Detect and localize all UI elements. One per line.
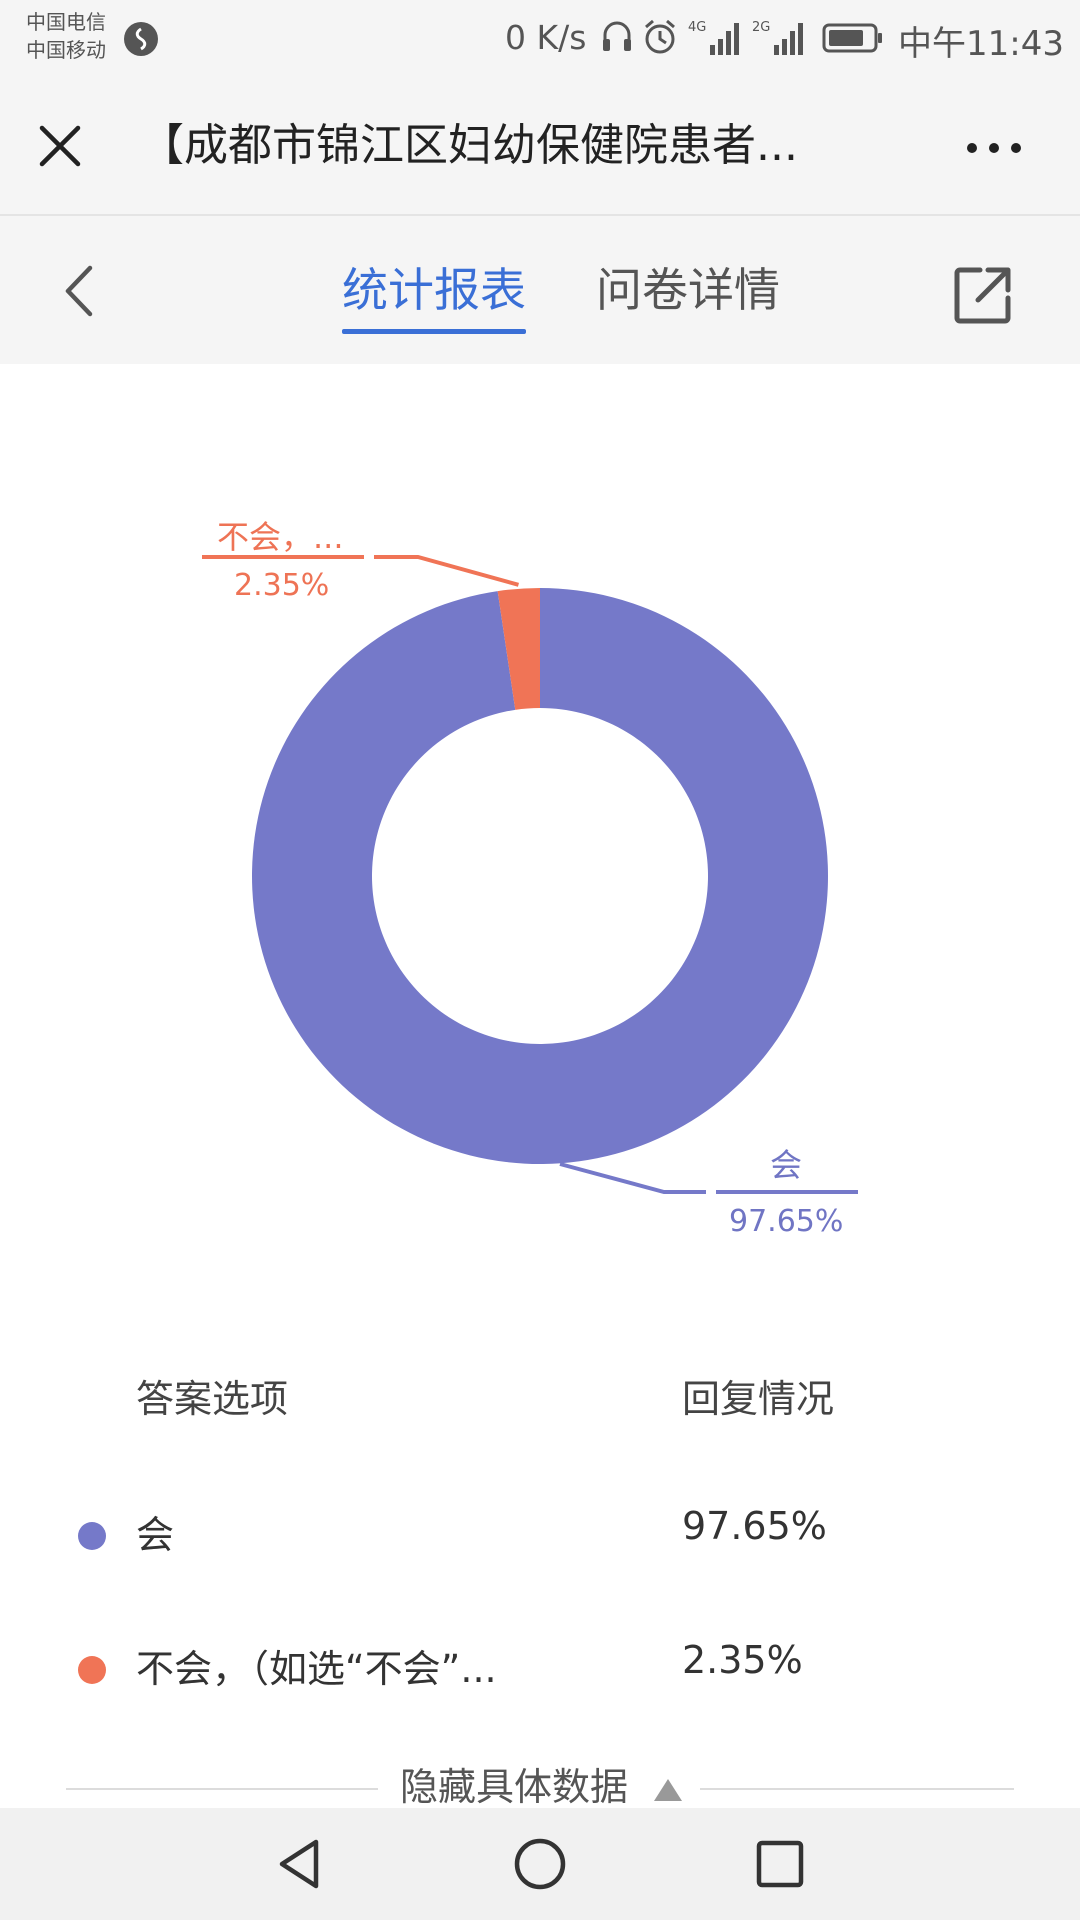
label-no-name: 不会，... (217, 518, 344, 556)
close-icon (39, 125, 81, 167)
chevron-left-icon (65, 265, 93, 317)
nav-recent-button[interactable] (748, 1832, 812, 1896)
headset-icon (603, 21, 631, 51)
carrier-info: 中国电信 中国移动 (26, 8, 136, 64)
hd-voice-icon (124, 22, 158, 56)
header-reply-status: 回复情况 (682, 1377, 835, 1421)
leader-line-no (374, 555, 519, 587)
header-answer-option: 答案选项 (136, 1377, 289, 1421)
signal-4g-icon: 4G (688, 20, 739, 55)
label-no-percent: 2.35% (234, 568, 330, 603)
divider (700, 1788, 1014, 1790)
legend-dot (78, 1656, 106, 1684)
carrier-2: 中国移动 (26, 38, 106, 62)
open-external-button[interactable] (952, 264, 1014, 326)
legend-dot (78, 1522, 106, 1550)
carrier-1: 中国电信 (26, 10, 106, 34)
table-row: 会 97.65% (0, 1504, 1080, 1568)
title-bar: 【成都市锦江区妇幼保健院患者... (0, 78, 1080, 216)
divider (66, 1788, 378, 1790)
triangle-back-icon (279, 1839, 319, 1889)
row-label: 会 (136, 1513, 175, 1557)
tab-questionnaire-detail[interactable]: 问卷详情 (596, 262, 780, 318)
alarm-icon (645, 19, 675, 54)
nav-back-button[interactable] (268, 1832, 332, 1896)
net-speed: 0 K/s (505, 18, 587, 57)
chart-area: 不会，... 2.35% 会 97.65% (0, 364, 1080, 1264)
circle-home-icon (514, 1838, 566, 1890)
triangle-up-icon (654, 1779, 682, 1801)
close-button[interactable] (30, 116, 90, 176)
app-screen: 中国电信 中国移动 0 K/s 4G 2G 中午11:43 【成都市锦江区妇幼保… (0, 0, 1080, 1920)
more-icon (967, 143, 1021, 153)
tab-bar: 统计报表 问卷详情 (0, 216, 1080, 364)
leader-line-yes (559, 1162, 706, 1194)
battery-icon (822, 23, 882, 53)
nav-home-button[interactable] (508, 1832, 572, 1896)
table-header: 答案选项 回复情况 (0, 1368, 1080, 1428)
page-title: 【成都市锦江区妇幼保健院患者... (140, 120, 798, 171)
hide-data-toggle[interactable]: 隐藏具体数据 (0, 1756, 1080, 1816)
label-yes-percent: 97.65% (729, 1204, 844, 1239)
clock: 中午11:43 (898, 24, 1064, 64)
row-label: 不会，（如选“不会”... (136, 1647, 497, 1691)
signal-2g-icon: 2G (752, 20, 803, 55)
svg-text:4G: 4G (688, 20, 706, 35)
status-bar: 中国电信 中国移动 0 K/s 4G 2G 中午11:43 (0, 0, 1080, 78)
table-row: 不会，（如选“不会”... 2.35% (0, 1638, 1080, 1702)
tab-statistics[interactable]: 统计报表 (342, 262, 526, 334)
square-recent-icon (756, 1840, 804, 1888)
back-button[interactable] (50, 256, 110, 326)
row-value: 2.35% (682, 1638, 803, 1682)
open-external-icon (954, 267, 1011, 324)
label-yes-name: 会 (770, 1146, 803, 1184)
navigation-bar (0, 1808, 1080, 1920)
svg-text:2G: 2G (752, 20, 770, 35)
hide-data-label[interactable]: 隐藏具体数据 (400, 1756, 628, 1811)
donut-chart (202, 555, 858, 1194)
row-value: 97.65% (682, 1504, 827, 1548)
more-button[interactable] (958, 128, 1030, 168)
